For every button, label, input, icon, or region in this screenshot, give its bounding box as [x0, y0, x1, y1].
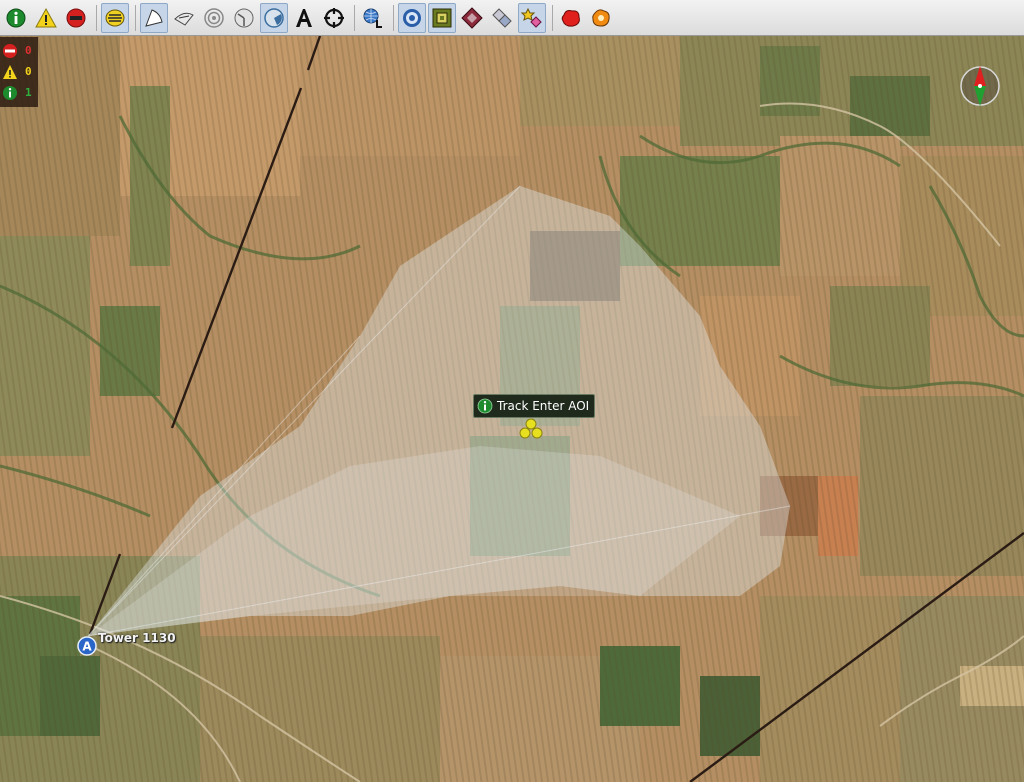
warning-icon	[3, 64, 17, 79]
tower-label: Tower 1130	[98, 631, 176, 645]
star-diamond-icon	[521, 7, 542, 28]
diamonds-pair-icon	[492, 7, 512, 28]
text-label-button[interactable]	[290, 3, 318, 33]
text-a-icon	[296, 8, 312, 27]
range-rings-button[interactable]	[200, 3, 228, 33]
tower-icon-letter: A	[82, 640, 92, 654]
square-target-icon	[432, 8, 452, 27]
target-rings-icon	[204, 7, 224, 28]
track-label-text: Track Enter AOI	[497, 399, 590, 413]
layers-icon	[105, 9, 125, 26]
diamond-pair-button[interactable]	[488, 3, 516, 33]
red-zone-button[interactable]	[557, 3, 585, 33]
toolbar-separator	[135, 4, 136, 31]
warning-counter[interactable]: 0	[2, 61, 36, 82]
dome-button[interactable]	[260, 2, 288, 33]
crosshair-icon	[324, 7, 344, 28]
info-counter[interactable]: 1	[2, 82, 36, 103]
track-marker-icon[interactable]	[518, 417, 544, 441]
sector-white-icon	[145, 8, 163, 27]
toolbar-separator	[96, 4, 97, 31]
warning-filter-button[interactable]	[32, 3, 60, 33]
tower-icon[interactable]: A	[77, 636, 97, 656]
sweep-button[interactable]	[230, 3, 258, 33]
diamond-icon	[461, 6, 483, 29]
area-target-button[interactable]	[428, 2, 456, 33]
star-diamond-button[interactable]	[518, 2, 546, 33]
bullseye-icon	[403, 8, 421, 27]
dome-icon	[264, 7, 284, 28]
red-blob-icon	[561, 9, 580, 27]
info-icon	[477, 398, 493, 414]
stop-filter-button[interactable]	[62, 3, 90, 33]
toolbar-separator	[552, 4, 553, 31]
orange-blob-icon	[592, 8, 610, 27]
info-count: 1	[25, 86, 32, 99]
eye-sector-icon	[174, 12, 194, 26]
alert-counters-panel: 0 0 1	[0, 37, 38, 107]
orange-zone-button[interactable]	[587, 3, 615, 33]
stop-count: 0	[25, 44, 32, 57]
info-filter-button[interactable]	[2, 3, 30, 33]
globe-l-icon	[363, 8, 382, 28]
diamond-button[interactable]	[458, 3, 486, 33]
map-toolbar	[0, 0, 1024, 36]
info-icon	[3, 85, 17, 100]
stop-counter[interactable]: 0	[2, 40, 36, 61]
crosshair-button[interactable]	[320, 3, 348, 33]
view-sector-button[interactable]	[170, 3, 198, 33]
bullseye-button[interactable]	[398, 2, 426, 33]
clock-sector-icon	[234, 8, 254, 27]
layers-button[interactable]	[101, 2, 129, 33]
compass-icon[interactable]	[958, 62, 1002, 110]
toolbar-separator	[354, 4, 355, 31]
globe-button[interactable]	[359, 3, 387, 33]
stop-icon	[66, 8, 86, 27]
info-icon	[6, 8, 26, 27]
sensor-sector-button[interactable]	[140, 2, 168, 33]
toolbar-separator	[393, 4, 394, 31]
stop-icon	[3, 43, 17, 58]
track-alert-label[interactable]: Track Enter AOI	[473, 394, 596, 418]
warning-icon	[35, 7, 57, 27]
warning-count: 0	[25, 65, 32, 78]
